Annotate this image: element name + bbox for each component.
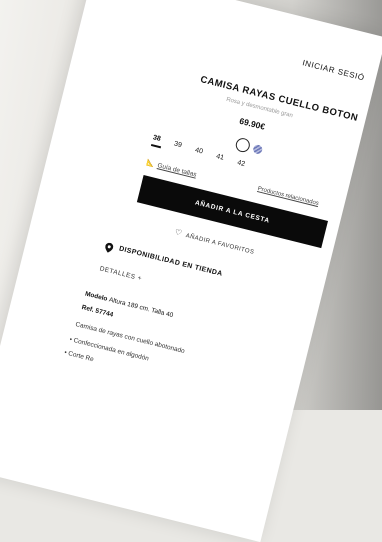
color-swatch-blue[interactable] bbox=[252, 143, 264, 155]
size-guide-link[interactable]: 📐Guía de tallas bbox=[145, 159, 198, 179]
location-pin-icon bbox=[105, 242, 114, 253]
description-bullet: • Corte Re bbox=[63, 349, 95, 364]
selected-size-underline bbox=[151, 143, 162, 148]
size-option[interactable]: 42 bbox=[237, 159, 246, 168]
size-guide-label: Guía de tallas bbox=[156, 162, 198, 179]
heart-icon: ♡ bbox=[173, 227, 184, 238]
details-toggle[interactable]: DETALLES + bbox=[99, 265, 143, 282]
model-label: Modelo bbox=[84, 290, 109, 303]
login-link[interactable]: INICIAR SESIÓ bbox=[301, 58, 365, 82]
size-option[interactable]: 40 bbox=[194, 147, 203, 156]
add-to-cart-button[interactable]: AÑADIR A LA CESTA bbox=[136, 175, 328, 249]
ruler-icon: 📐 bbox=[145, 159, 156, 169]
product-title: CAMISA RAYAS CUELLO BOTON bbox=[199, 74, 360, 124]
add-to-favorites-label: AÑADIR A FAVORITOS bbox=[184, 233, 255, 256]
model-value: Altura 189 cm. Talla 40 bbox=[108, 296, 174, 320]
add-to-favorites-button[interactable]: ♡AÑADIR A FAVORITOS bbox=[174, 227, 256, 256]
color-swatch-white[interactable] bbox=[234, 136, 252, 154]
size-option[interactable]: 41 bbox=[215, 153, 224, 162]
product-price: 69.90€ bbox=[238, 115, 267, 132]
related-products-link[interactable]: Productos relacionados bbox=[257, 186, 319, 207]
size-option[interactable]: 38 bbox=[152, 134, 161, 143]
size-option[interactable]: 39 bbox=[173, 141, 182, 150]
product-reference: Ref. 57744 bbox=[80, 304, 114, 319]
